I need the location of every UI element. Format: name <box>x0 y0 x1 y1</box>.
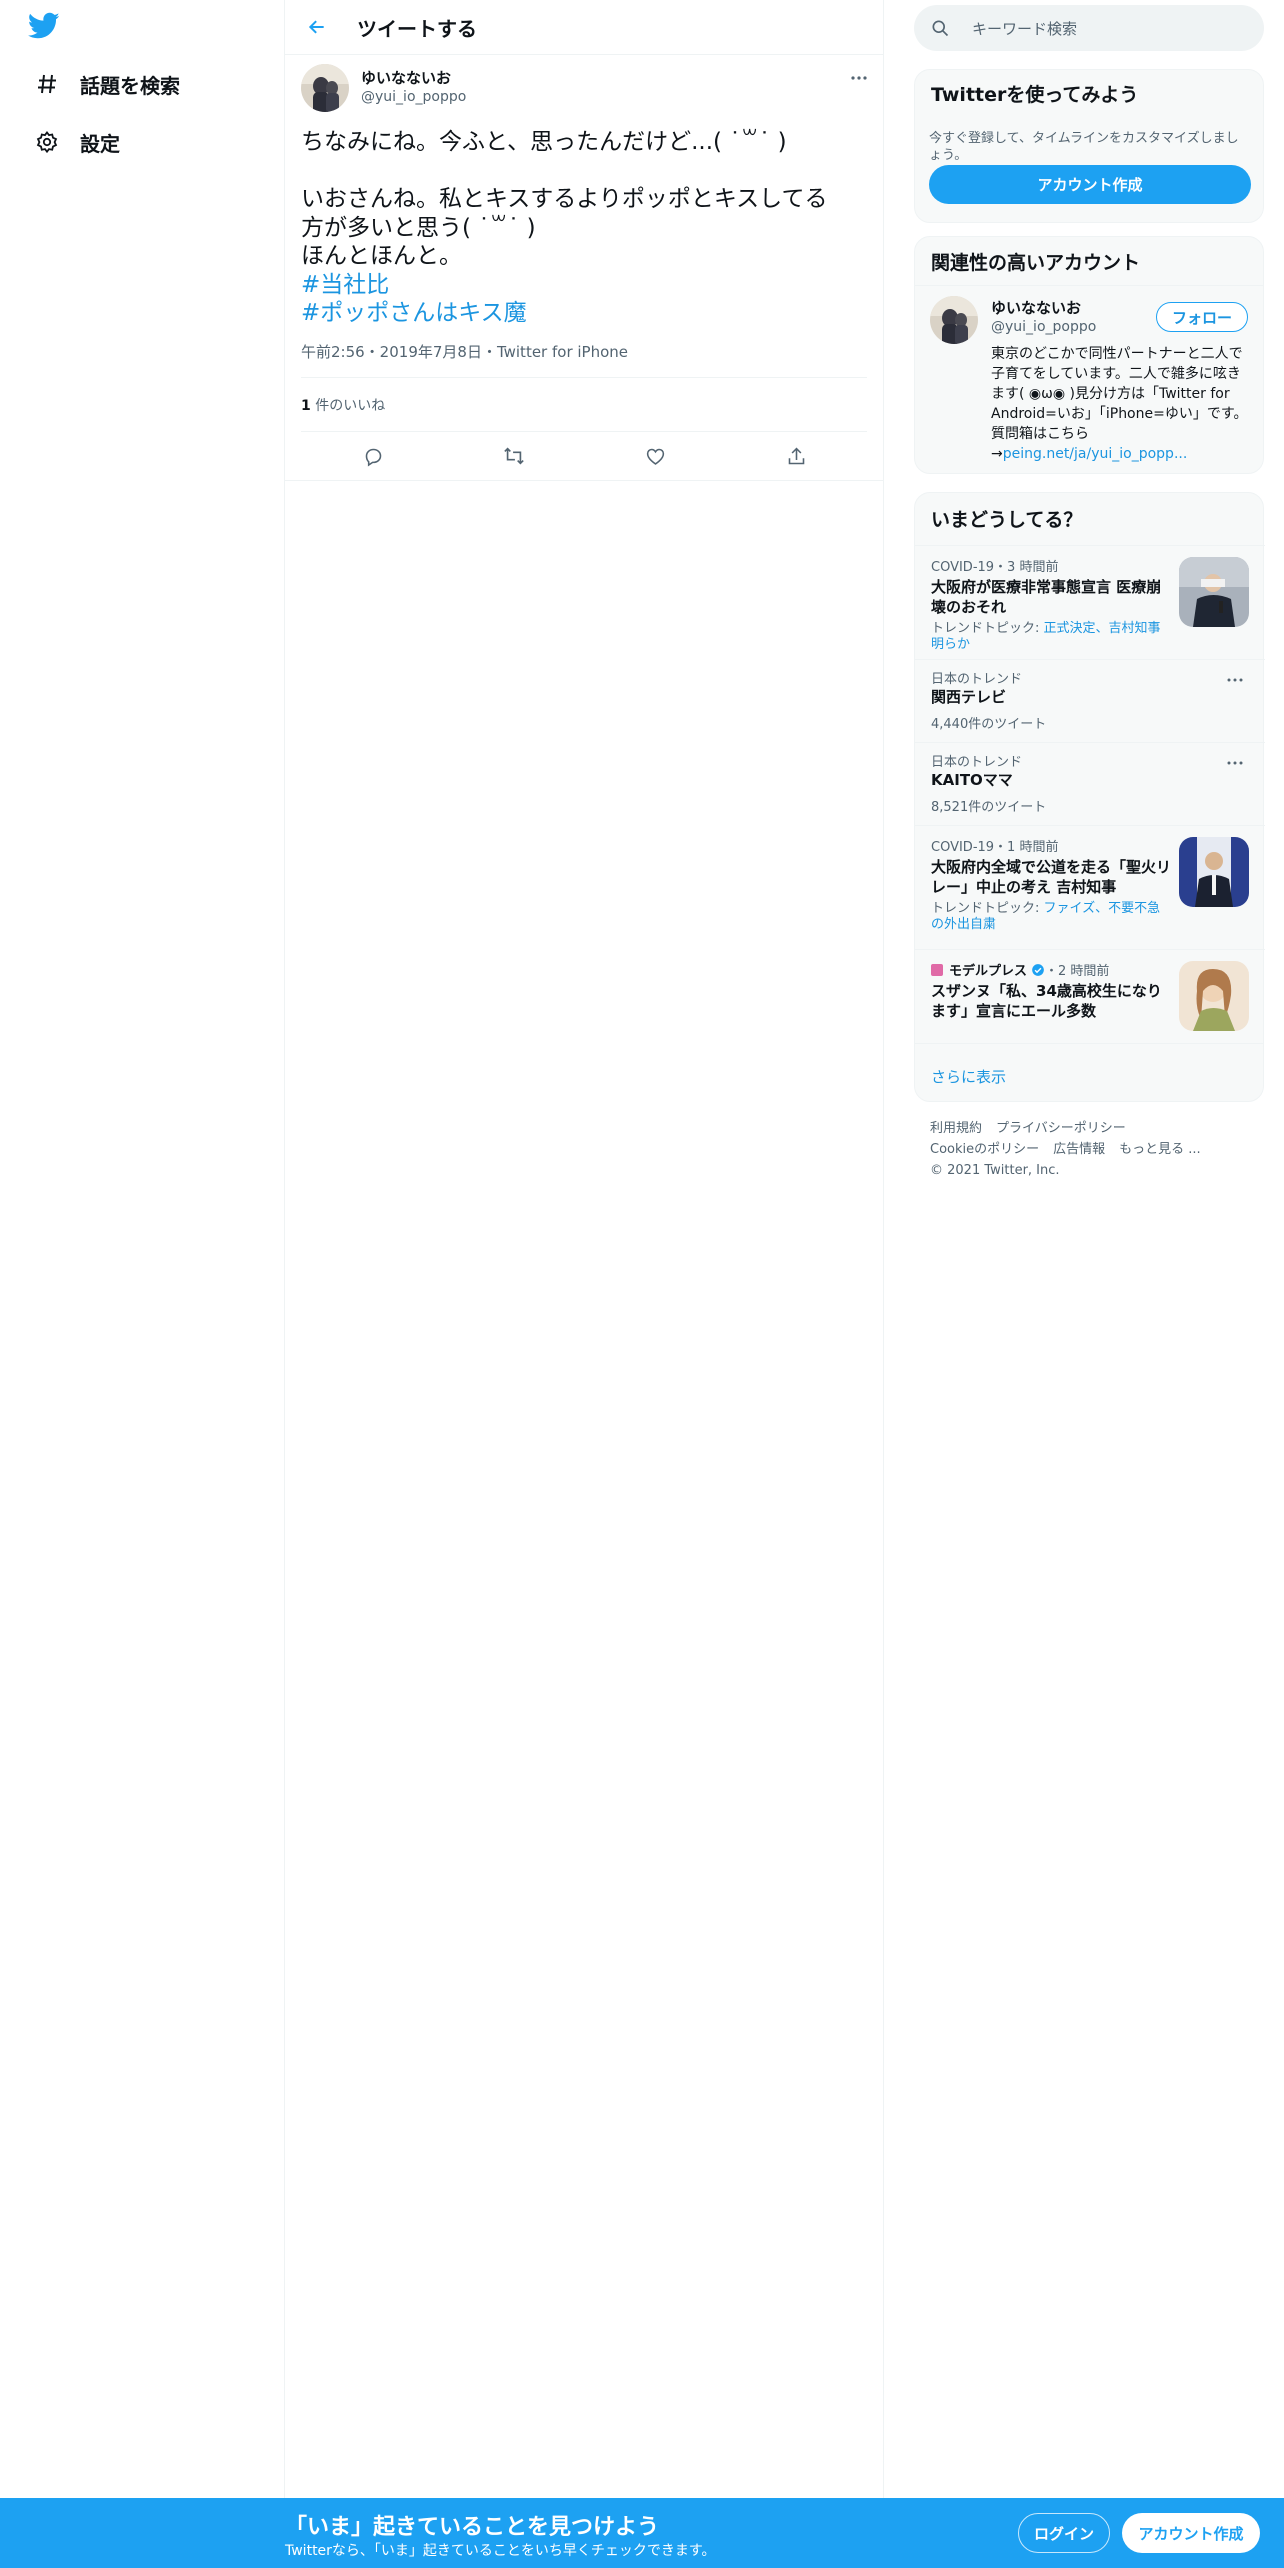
bio-link[interactable]: peing.net/ja/yui_io_popp... <box>1003 446 1188 462</box>
hashtag-link[interactable]: #ポッポさんはキス魔 <box>301 300 527 326</box>
trend-count: 8,521件のツイート <box>931 800 1047 815</box>
trend-count: 4,440件のツイート <box>931 717 1047 732</box>
trend-item[interactable]: 日本のトレンド 関西テレビ 4,440件のツイート <box>915 659 1265 743</box>
trend-thumbnail <box>1179 837 1249 907</box>
trend-title: スザンヌ「私、34歳高校生になります」宣言にエール多数 <box>931 982 1162 1020</box>
related-avatar[interactable] <box>930 296 978 344</box>
nav-item-label: 設定 <box>80 131 120 156</box>
divider <box>915 285 1263 286</box>
more-options-icon[interactable] <box>1223 670 1247 690</box>
divider <box>285 480 883 481</box>
tweet-line: ほんとほんと。 <box>301 243 462 269</box>
related-name[interactable]: ゆいなないお <box>991 297 1081 318</box>
search-bar[interactable] <box>914 5 1264 51</box>
tweet-actions <box>285 432 883 480</box>
show-more-link[interactable]: さらに表示 <box>931 1066 1006 1087</box>
footer-link[interactable]: もっと見る ... <box>1119 1142 1201 1157</box>
tweet-text: ちなみにね。今ふと、思ったんだけど...( ˙꒳˙ ) いおさんね。私とキスする… <box>301 128 861 328</box>
trend-title: 大阪府内全域で公道を走る「聖火リレー」中止の考え 吉村知事 <box>931 858 1172 896</box>
trend-thumbnail <box>1179 557 1249 627</box>
trend-source: モデルプレス ・2 時間前 <box>931 960 1109 979</box>
bio-text: 東京のどこかで同性パートナーと二人で子育てをしています。二人で雑多に呟きます( … <box>991 346 1248 462</box>
left-navigation: 話題を検索 設定 <box>0 0 285 2568</box>
likes-number: 1 <box>301 398 311 414</box>
signup-title: Twitterを使ってみよう <box>931 84 1139 106</box>
trends-title: いまどうしてる？ <box>931 509 1083 531</box>
related-handle[interactable]: @yui_io_poppo <box>991 319 1096 335</box>
trend-thumbnail <box>1179 961 1249 1031</box>
like-heart-icon[interactable] <box>637 438 673 474</box>
author-avatar[interactable] <box>301 64 349 112</box>
follow-button[interactable]: フォロー <box>1156 302 1248 332</box>
banner-title: 「いま」起きていることを見つけよう <box>285 2515 660 2540</box>
likes-count[interactable]: 1 件のいいね <box>301 395 385 415</box>
tweet-line: ちなみにね。今ふと、思ったんだけど...( ˙꒳˙ ) <box>301 129 787 155</box>
create-account-button[interactable]: アカウント作成 <box>929 165 1251 204</box>
trend-item[interactable]: モデルプレス ・2 時間前 スザンヌ「私、34歳高校生になります」宣言にエール多… <box>915 949 1265 1044</box>
share-icon[interactable] <box>778 438 814 474</box>
tweet-line: 方が多いと思う( ˙꒳˙ ) <box>301 214 536 241</box>
trend-subtitle: トレンドトピック: ファイズ、不要不急の外出自粛 <box>931 901 1171 933</box>
author-name[interactable]: ゆいなないお <box>361 67 451 88</box>
signup-card: Twitterを使ってみよう 今すぐ登録して、タイムラインをカスタマイズしましょ… <box>914 69 1264 223</box>
search-input[interactable] <box>970 15 1244 43</box>
tweet-timestamp[interactable]: 午前2:56・2019年7月8日・Twitter for iPhone <box>301 341 628 362</box>
hashtag-link[interactable]: #当社比 <box>301 272 389 298</box>
trend-subtitle: トレンドトピック: 正式決定、吉村知事明らか <box>931 621 1171 653</box>
trend-meta: 日本のトレンド <box>931 755 1023 770</box>
page-header: ツイートする <box>285 0 883 55</box>
footer-link[interactable]: Cookieのポリシー <box>930 1142 1039 1157</box>
likes-label: 件のいいね <box>310 398 386 414</box>
main-column: ツイートする ゆいなないお @yui_io_poppo ちなみにね。今ふと、思っ… <box>285 0 884 2498</box>
trend-sub-prefix: トレンドトピック: <box>931 621 1044 636</box>
trend-time: ・2 時間前 <box>1045 964 1110 979</box>
trend-meta: COVID-19・3 時間前 <box>931 560 1059 575</box>
footer-link[interactable]: プライバシーポリシー <box>996 1121 1126 1136</box>
trend-item[interactable]: COVID-19・1 時間前 大阪府内全域で公道を走る「聖火リレー」中止の考え … <box>915 825 1265 950</box>
signup-button[interactable]: アカウント作成 <box>1122 2513 1260 2553</box>
trend-item[interactable]: 日本のトレンド KAITOママ 8,521件のツイート <box>915 742 1265 826</box>
related-title: 関連性の高いアカウント <box>931 252 1141 274</box>
trend-meta: 日本のトレンド <box>931 672 1023 687</box>
tweet-line <box>301 157 861 186</box>
trends-card: いまどうしてる？ COVID-19・3 時間前 大阪府が医療非常事態宣言 医療崩… <box>914 492 1265 1102</box>
retweet-icon[interactable] <box>496 438 532 474</box>
divider <box>301 377 867 378</box>
login-button[interactable]: ログイン <box>1018 2513 1110 2553</box>
gear-icon <box>30 125 64 159</box>
divider <box>915 1043 1263 1044</box>
bottom-banner: 「いま」起きていることを見つけよう Twitterなら、「いま」起きていることを… <box>0 2498 1284 2568</box>
source-name: モデルプレス <box>949 964 1028 979</box>
copyright: © 2021 Twitter, Inc. <box>930 1163 1060 1178</box>
related-bio: 東京のどこかで同性パートナーと二人で子育てをしています。二人で雑多に呟きます( … <box>991 344 1253 464</box>
nav-item-label: 話題を検索 <box>80 73 180 98</box>
reply-icon[interactable] <box>355 438 391 474</box>
trend-meta: COVID-19・1 時間前 <box>931 840 1059 855</box>
tweet-line: いおさんね。私とキスするよりポッポとキスしてる <box>301 186 828 212</box>
more-options-icon[interactable] <box>845 64 873 92</box>
trend-item[interactable]: COVID-19・3 時間前 大阪府が医療非常事態宣言 医療崩壊のおそれ トレン… <box>915 545 1265 660</box>
source-logo-icon <box>931 963 943 976</box>
nav-item-settings[interactable]: 設定 <box>30 118 120 166</box>
banner-subtitle: Twitterなら、「いま」起きていることをいち早くチェックできます。 <box>285 2543 716 2559</box>
footer-link[interactable]: 利用規約 <box>930 1121 982 1136</box>
hashtag-icon <box>30 67 64 101</box>
more-options-icon[interactable] <box>1223 753 1247 773</box>
author-handle[interactable]: @yui_io_poppo <box>361 89 466 105</box>
signup-subtitle: 今すぐ登録して、タイムラインをカスタマイズしましょう。 <box>929 131 1239 163</box>
trend-sub-prefix: トレンドトピック: <box>931 901 1044 916</box>
nav-item-explore[interactable]: 話題を検索 <box>30 60 180 108</box>
footer-link[interactable]: 広告情報 <box>1053 1142 1105 1157</box>
verified-badge-icon <box>1031 963 1045 977</box>
page-title: ツイートする <box>357 17 477 41</box>
footer-links: 利用規約 プライバシーポリシー Cookieのポリシー 広告情報 もっと見る ... … <box>930 1118 1260 1181</box>
trend-title: 大阪府が医療非常事態宣言 医療崩壊のおそれ <box>931 578 1162 616</box>
trend-title: 関西テレビ <box>931 688 1007 706</box>
search-icon <box>930 18 950 42</box>
trend-title: KAITOママ <box>931 771 1013 789</box>
related-accounts-card: 関連性の高いアカウント ゆいなないお @yui_io_poppo フォロー 東京… <box>914 236 1264 474</box>
back-arrow-icon[interactable] <box>299 9 335 45</box>
twitter-logo-icon[interactable] <box>27 12 64 44</box>
